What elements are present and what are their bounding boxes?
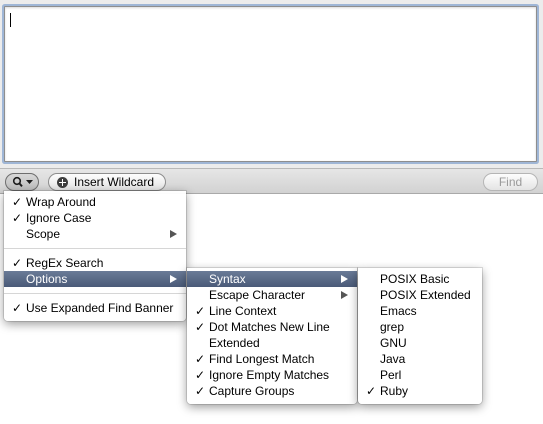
menu-item-label: Dot Matches New Line	[209, 320, 330, 334]
checkmark-icon: ✓	[12, 195, 23, 209]
checkmark-icon: ✓	[195, 368, 206, 382]
options-submenu: Syntax Escape Character ✓ Line Context ✓…	[187, 268, 357, 404]
submenu-arrow-icon	[170, 230, 177, 238]
insert-wildcard-button[interactable]: Insert Wildcard	[48, 173, 166, 191]
find-button-label: Find	[498, 175, 523, 189]
find-panel	[0, 0, 543, 168]
menu-item-escape-character[interactable]: Escape Character	[187, 287, 357, 303]
submenu-arrow-icon	[341, 291, 348, 299]
search-options-button[interactable]	[5, 173, 39, 191]
checkmark-icon: ✓	[195, 352, 206, 366]
insert-wildcard-label: Insert Wildcard	[74, 175, 155, 189]
search-text-area[interactable]	[4, 6, 537, 162]
menu-item-posix-extended[interactable]: POSIX Extended	[358, 287, 482, 303]
menu-item-label: Wrap Around	[26, 195, 96, 209]
menu-item-posix-basic[interactable]: POSIX Basic	[358, 271, 482, 287]
menu-item-label: Syntax	[209, 272, 246, 286]
menu-item-grep[interactable]: grep	[358, 319, 482, 335]
syntax-submenu: POSIX Basic POSIX Extended Emacs grep GN…	[358, 268, 482, 404]
menu-item-ruby[interactable]: ✓ Ruby	[358, 383, 482, 399]
chevron-down-icon	[25, 180, 33, 184]
menu-separator	[4, 293, 186, 294]
menu-item-emacs[interactable]: Emacs	[358, 303, 482, 319]
menu-item-label: RegEx Search	[26, 256, 104, 270]
menu-item-java[interactable]: Java	[358, 351, 482, 367]
menu-item-label: grep	[380, 320, 405, 334]
menu-item-scope[interactable]: Scope	[4, 226, 186, 242]
submenu-arrow-icon	[170, 275, 177, 283]
checkmark-icon: ✓	[12, 301, 23, 315]
menu-item-wrap-around[interactable]: ✓ Wrap Around	[4, 194, 186, 210]
menu-item-label: Ignore Empty Matches	[209, 368, 330, 382]
menu-item-gnu[interactable]: GNU	[358, 335, 482, 351]
menu-item-find-longest-match[interactable]: ✓ Find Longest Match	[187, 351, 357, 367]
menu-item-syntax[interactable]: Syntax	[187, 271, 357, 287]
submenu-arrow-icon	[341, 275, 348, 283]
text-caret	[10, 13, 11, 27]
menu-item-label: Java	[380, 352, 406, 366]
menu-item-label: Use Expanded Find Banner	[26, 301, 174, 315]
menu-item-ignore-case[interactable]: ✓ Ignore Case	[4, 210, 186, 226]
menu-item-label: Find Longest Match	[209, 352, 315, 366]
checkmark-icon: ✓	[366, 384, 377, 398]
find-button[interactable]: Find	[483, 173, 538, 191]
menu-item-dot-matches-new-line[interactable]: ✓ Dot Matches New Line	[187, 319, 357, 335]
menu-item-regex-search[interactable]: ✓ RegEx Search	[4, 255, 186, 271]
menu-item-options[interactable]: Options	[4, 271, 186, 287]
menu-item-label: Ruby	[380, 384, 409, 398]
menu-item-label: GNU	[380, 336, 407, 350]
checkmark-icon: ✓	[12, 256, 23, 270]
menu-item-ignore-empty-matches[interactable]: ✓ Ignore Empty Matches	[187, 367, 357, 383]
menu-item-capture-groups[interactable]: ✓ Capture Groups	[187, 383, 357, 399]
checkmark-icon: ✓	[195, 320, 206, 334]
menu-item-label: Line Context	[209, 304, 277, 318]
menu-item-label: Emacs	[380, 304, 417, 318]
menu-item-label: POSIX Extended	[380, 288, 471, 302]
menu-item-label: Ignore Case	[26, 211, 92, 225]
menu-item-perl[interactable]: Perl	[358, 367, 482, 383]
add-wildcard-icon	[57, 176, 68, 188]
menu-item-label: Perl	[380, 368, 402, 382]
menu-item-label: Options	[26, 272, 68, 286]
magnifier-icon	[12, 176, 23, 188]
menu-item-use-expanded-find-banner[interactable]: ✓ Use Expanded Find Banner	[4, 300, 186, 316]
menu-item-line-context[interactable]: ✓ Line Context	[187, 303, 357, 319]
checkmark-icon: ✓	[12, 211, 23, 225]
menu-item-label: POSIX Basic	[380, 272, 450, 286]
menu-item-label: Escape Character	[209, 288, 306, 302]
search-options-menu: ✓ Wrap Around ✓ Ignore Case Scope ✓ RegE…	[4, 191, 186, 321]
menu-separator	[4, 248, 186, 249]
find-window: Insert Wildcard Find ✓ Wrap Around ✓ Ign…	[0, 0, 543, 424]
menu-item-extended[interactable]: Extended	[187, 335, 357, 351]
menu-item-label: Extended	[209, 336, 260, 350]
checkmark-icon: ✓	[195, 304, 206, 318]
checkmark-icon: ✓	[195, 384, 206, 398]
menu-item-label: Scope	[26, 227, 61, 241]
menu-item-label: Capture Groups	[209, 384, 295, 398]
